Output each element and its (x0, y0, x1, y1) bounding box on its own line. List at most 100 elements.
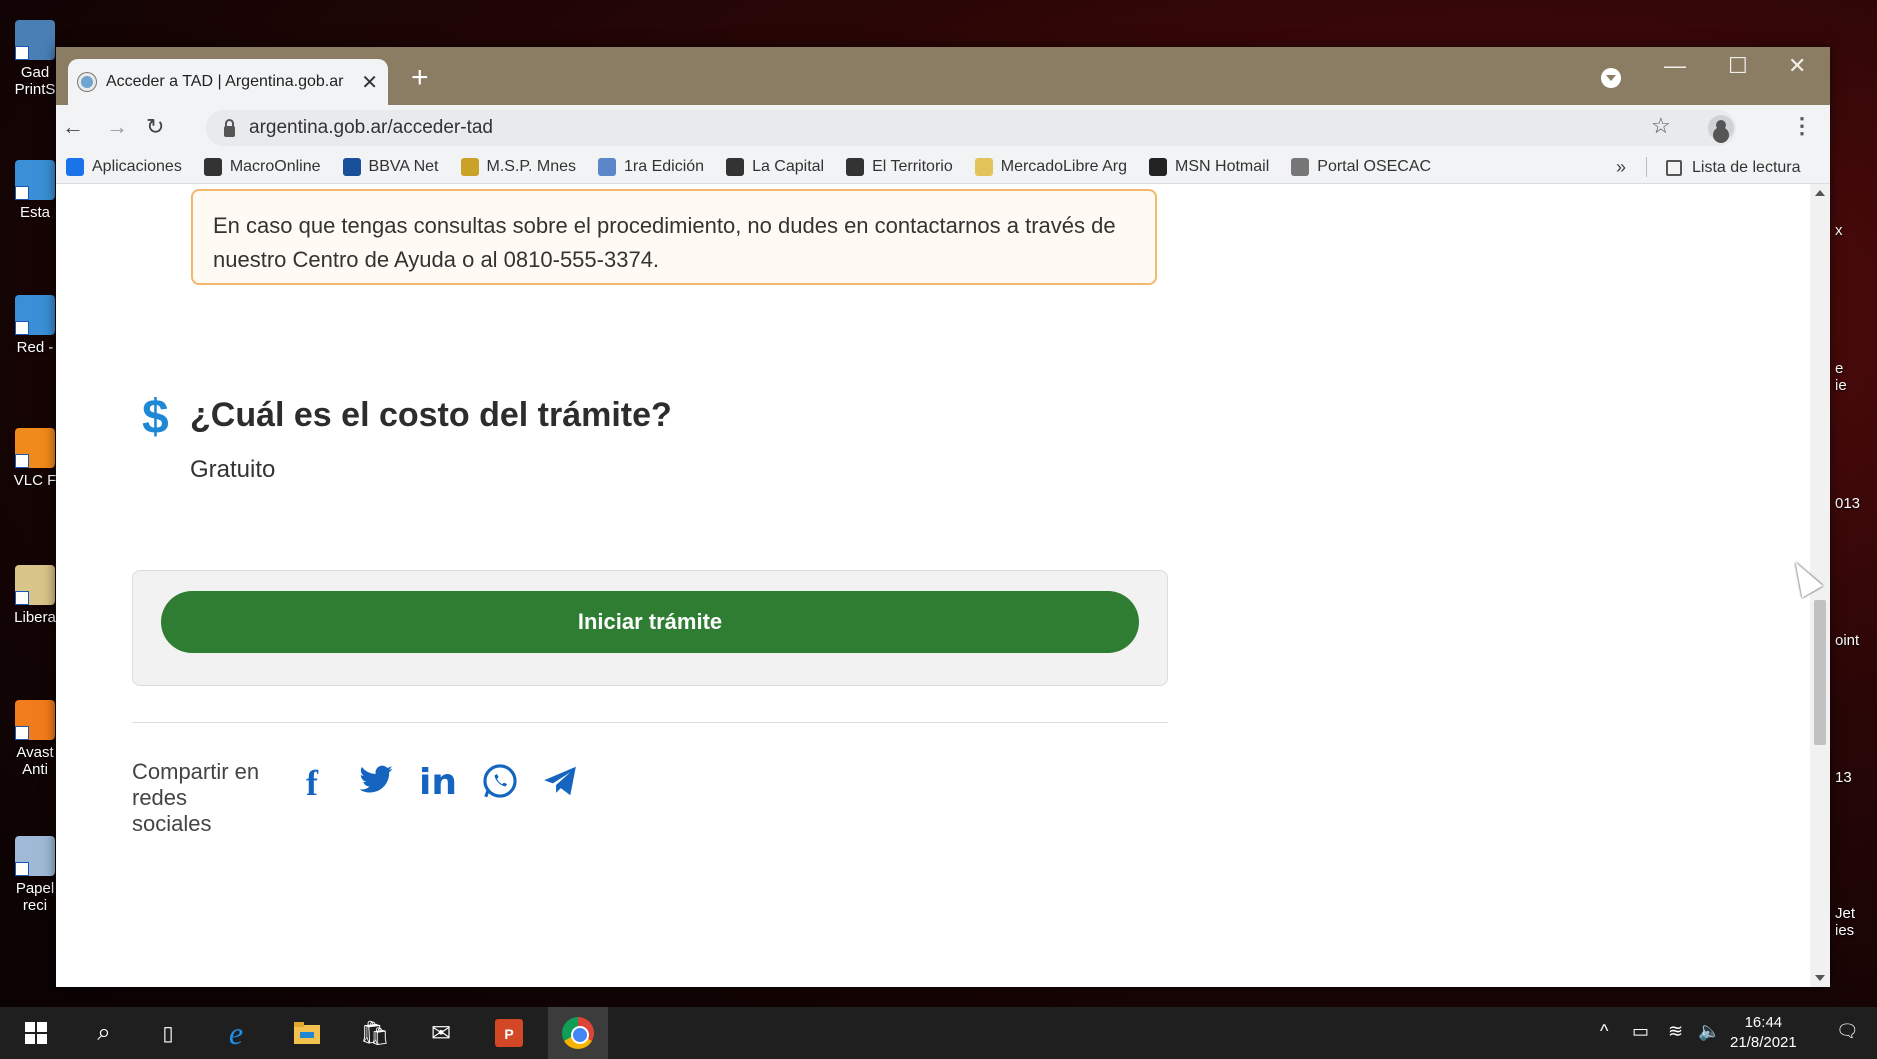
menu-kebab-icon[interactable]: ⋮ (1791, 113, 1813, 139)
wifi-icon[interactable]: ≋ (1668, 1021, 1683, 1042)
cost-value: Gratuito (190, 456, 276, 483)
more-bookmarks-button[interactable]: » (1616, 157, 1626, 178)
bookmark-label: M.S.P. Mnes (486, 158, 577, 175)
bookmark-favicon-icon (1291, 158, 1310, 176)
bookmark-label: MSN Hotmail (1175, 158, 1270, 175)
internet-explorer-icon[interactable]: e (218, 1015, 254, 1051)
desktop-icon-label[interactable]: oint (1835, 632, 1877, 649)
bookmark-item[interactable]: BBVA Net (342, 158, 439, 176)
dollar-icon: $ (142, 391, 169, 444)
close-tab-icon[interactable]: ✕ (361, 70, 378, 95)
bookmark-item[interactable]: Aplicaciones (66, 158, 182, 176)
volume-icon[interactable]: 🔈 (1698, 1021, 1720, 1042)
linkedin-icon[interactable]: in (419, 762, 457, 803)
bookmark-favicon-icon (66, 158, 84, 176)
windows-start-icon[interactable] (18, 1015, 54, 1051)
cost-heading: ¿Cuál es el costo del trámite? (190, 396, 672, 434)
desktop-icon-label[interactable]: 13 (1835, 769, 1877, 786)
svg-text:P: P (504, 1026, 513, 1042)
bookmarks-bar: Aplicaciones MacroOnline BBVA Net M.S.P. Mn… (56, 151, 1830, 184)
taskbar: ⌕ ▯ e 🛍 ✉ P ^ ▭ ≋ 🔈 16:44 21/8/2021 🗨 (0, 1007, 1877, 1059)
twitter-icon[interactable] (356, 762, 396, 807)
toolbar: ← → ↻ argentina.gob.ar/acceder-tad ☆ ⋮ (56, 105, 1830, 151)
reload-icon[interactable]: ↻ (146, 114, 164, 140)
back-icon[interactable]: ← (62, 114, 84, 140)
desktop-icon-label[interactable]: e ie (1835, 360, 1877, 394)
bookmark-item[interactable]: MacroOnline (203, 158, 321, 176)
alert-text: En caso que tengas consultas sobre el pr… (213, 213, 1116, 272)
argentina-favicon-icon (78, 73, 96, 91)
bookmark-label: MercadoLibre Arg (1000, 158, 1128, 175)
bookmark-star-icon[interactable]: ☆ (1651, 113, 1671, 139)
clock-date: 21/8/2021 (1730, 1034, 1797, 1051)
bookmark-label: MacroOnline (229, 158, 321, 175)
search-icon[interactable]: ⌕ (86, 1015, 122, 1051)
bookmark-favicon-icon (460, 158, 479, 176)
new-tab-button[interactable]: + (411, 61, 429, 95)
battery-icon[interactable]: ▭ (1632, 1021, 1649, 1042)
desktop-shortcut-icon (15, 428, 55, 468)
scroll-down-icon[interactable] (1815, 975, 1825, 981)
minimize-icon[interactable]: — (1664, 53, 1686, 79)
reading-list-button[interactable]: Lista de lectura (1666, 151, 1801, 184)
address-bar[interactable]: argentina.gob.ar/acceder-tad (206, 110, 1736, 146)
bookmark-label: Aplicaciones (92, 158, 182, 175)
scroll-thumb[interactable] (1814, 600, 1826, 745)
help-alert: En caso que tengas consultas sobre el pr… (191, 189, 1157, 285)
bookmark-item[interactable]: MercadoLibre Arg (974, 158, 1128, 176)
close-window-icon[interactable]: ✕ (1788, 53, 1806, 79)
tray-chevron-icon[interactable]: ^ (1600, 1021, 1608, 1042)
bookmarks-list: Aplicaciones MacroOnline BBVA Net M.S.P. Mn… (66, 158, 1453, 176)
desktop-shortcut-icon (15, 20, 55, 60)
clock-time: 16:44 (1744, 1014, 1783, 1031)
reading-list-label: Lista de lectura (1692, 158, 1801, 176)
powerpoint-icon[interactable]: P (491, 1015, 527, 1051)
scroll-up-icon[interactable] (1815, 190, 1825, 196)
bookmark-item[interactable]: Portal OSECAC (1291, 158, 1431, 176)
title-bar: Acceder a TAD | Argentina.gob.ar ✕ + — ☐… (56, 47, 1830, 105)
desktop-icon-label[interactable]: 013 (1835, 495, 1877, 512)
telegram-icon[interactable] (539, 762, 581, 809)
profile-avatar-icon[interactable] (1708, 115, 1734, 141)
bookmark-label: El Territorio (872, 158, 953, 175)
bookmark-item[interactable]: El Territorio (846, 158, 953, 176)
page-content: En caso que tengas consultas sobre el pr… (56, 184, 1830, 987)
desktop-shortcut-icon (15, 700, 55, 740)
chrome-taskbar-icon[interactable] (548, 1007, 608, 1059)
forward-icon[interactable]: → (106, 114, 128, 140)
bookmark-favicon-icon (598, 158, 617, 176)
bookmark-label: Portal OSECAC (1317, 158, 1432, 175)
bookmark-item[interactable]: 1ra Edición (598, 158, 704, 176)
desktop-shortcut-icon (15, 160, 55, 200)
reading-list-icon (1666, 159, 1682, 176)
mail-icon[interactable]: ✉ (423, 1015, 459, 1051)
desktop-icon-label[interactable]: Jet ies (1835, 905, 1877, 939)
maximize-icon[interactable]: ☐ (1728, 53, 1748, 79)
bookmark-favicon-icon (846, 158, 865, 176)
browser-tab[interactable]: Acceder a TAD | Argentina.gob.ar ✕ (68, 59, 388, 105)
bookmark-label: 1ra Edición (624, 158, 705, 175)
facebook-icon[interactable]: f (306, 762, 318, 804)
bookmark-item[interactable]: M.S.P. Mnes (460, 158, 577, 176)
tab-title: Acceder a TAD | Argentina.gob.ar (106, 73, 344, 90)
notifications-icon[interactable]: 🗨 (1836, 1021, 1859, 1042)
bookmark-item[interactable]: La Capital (726, 158, 824, 176)
whatsapp-icon[interactable] (481, 762, 519, 809)
desktop-shortcut-icon (15, 295, 55, 335)
desktop-shortcut-icon (15, 836, 55, 876)
start-procedure-button[interactable]: Iniciar trámite (161, 591, 1139, 653)
bookmark-item[interactable]: MSN Hotmail (1149, 158, 1269, 176)
clock[interactable]: 16:44 21/8/2021 (1730, 1013, 1797, 1053)
tab-search-icon[interactable] (1601, 68, 1621, 88)
bookmark-favicon-icon (203, 158, 222, 176)
task-view-icon[interactable]: ▯ (150, 1015, 186, 1051)
file-explorer-icon[interactable] (289, 1015, 325, 1051)
bookmark-favicon-icon (974, 158, 993, 176)
bookmark-favicon-icon (1149, 158, 1168, 176)
desktop-icon-label[interactable]: x (1835, 222, 1877, 239)
url-text[interactable]: argentina.gob.ar/acceder-tad (249, 117, 493, 139)
desktop-shortcut-icon (15, 565, 55, 605)
lock-icon[interactable] (224, 118, 235, 137)
store-icon[interactable]: 🛍 (357, 1015, 393, 1051)
bookmark-favicon-icon (342, 158, 361, 176)
